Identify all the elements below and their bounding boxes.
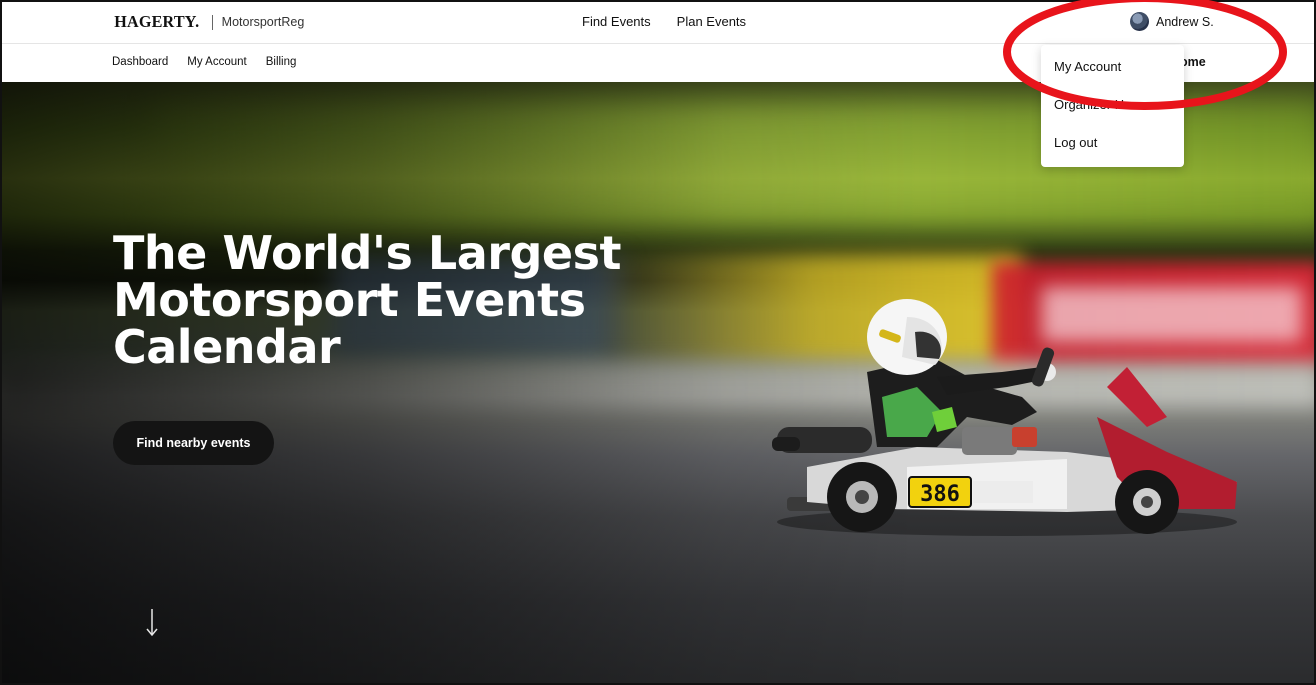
brand-divider (211, 14, 213, 30)
dropdown-item-log-out[interactable]: Log out (1041, 130, 1184, 168)
user-menu-toggle[interactable]: Andrew S. (1130, 12, 1214, 31)
account-nav: Dashboard My Account Billing (112, 56, 296, 68)
dropdown-item-my-account[interactable]: My Account (1041, 54, 1184, 92)
nav-plan-events[interactable]: Plan Events (677, 14, 746, 29)
hero-title: The World's Largest Motorsport Events Ca… (113, 226, 621, 374)
find-nearby-events-button[interactable]: Find nearby events (113, 421, 274, 465)
hagerty-logo[interactable]: HAGERTY. (114, 12, 199, 32)
avatar[interactable] (1130, 12, 1149, 31)
user-name[interactable]: Andrew S. (1156, 15, 1214, 29)
kart-racer-image: 386 (772, 299, 1237, 536)
kart-number: 386 (920, 482, 960, 507)
brand[interactable]: HAGERTY. MotorsportReg (112, 12, 304, 32)
hero-section: 386 The World's Largest Motorsport Event… (2, 82, 1314, 683)
page-frame: 386 The World's Largest Motorsport Event… (0, 0, 1316, 685)
nav-find-events[interactable]: Find Events (582, 14, 651, 29)
subnav-my-account[interactable]: My Account (187, 56, 246, 68)
top-navigation-bar: HAGERTY. MotorsportReg Find Events Plan … (2, 0, 1314, 44)
dropdown-item-organizer-home[interactable]: Organizer Home (1041, 92, 1184, 130)
subnav-dashboard[interactable]: Dashboard (112, 56, 168, 68)
main-nav: Find Events Plan Events (582, 14, 746, 29)
subnav-billing[interactable]: Billing (266, 56, 297, 68)
user-dropdown-menu: My Account Organizer Home Log out (1041, 45, 1184, 167)
scroll-down-arrow-icon[interactable] (141, 607, 163, 639)
motorsportreg-name[interactable]: MotorsportReg (222, 15, 305, 29)
